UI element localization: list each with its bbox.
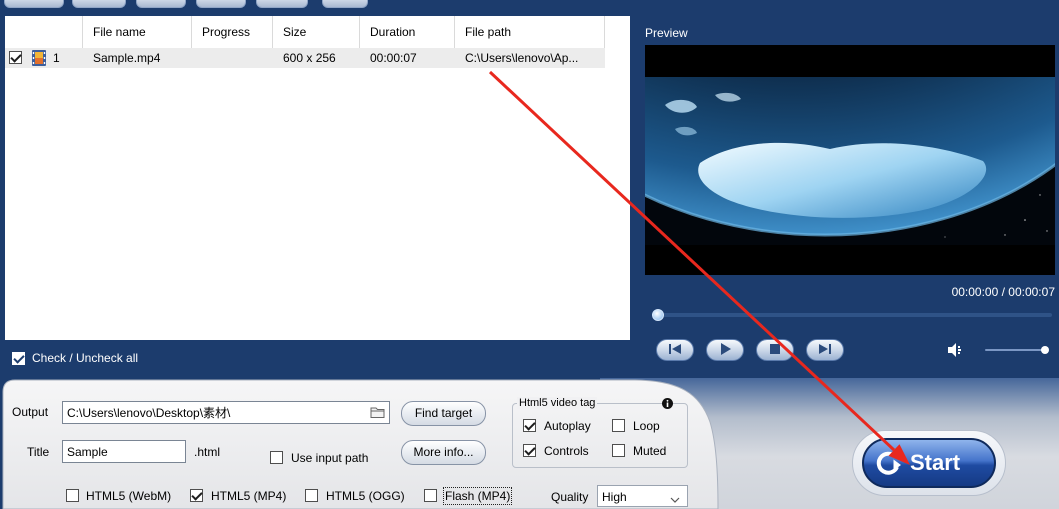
- video-preview[interactable]: [645, 45, 1055, 275]
- video-frame: [645, 45, 1055, 275]
- more-info-button[interactable]: More info...: [401, 440, 486, 465]
- next-icon: [819, 343, 831, 357]
- play-button[interactable]: [706, 339, 744, 361]
- toolbar-button-1[interactable]: [4, 0, 64, 8]
- format-flash-checkbox[interactable]: [424, 489, 437, 502]
- video-tag-group: [512, 403, 688, 468]
- toolbar-button-4[interactable]: [196, 0, 246, 8]
- file-list-header: File name Progress Size Duration File pa…: [5, 16, 605, 48]
- muted-label[interactable]: Muted: [633, 444, 666, 458]
- chevron-down-icon: [670, 493, 680, 503]
- start-button[interactable]: Start: [862, 438, 996, 488]
- playback-time: 00:00:00 / 00:00:07: [951, 285, 1055, 299]
- format-flash-label[interactable]: Flash (MP4): [442, 487, 513, 505]
- convert-arrow-icon: [873, 448, 903, 478]
- format-webm-label[interactable]: HTML5 (WebM): [86, 489, 171, 503]
- output-label: Output: [12, 405, 49, 419]
- loop-checkbox[interactable]: [612, 419, 625, 432]
- toolbar-button-2[interactable]: [72, 0, 126, 8]
- toolbar-button-3[interactable]: [136, 0, 186, 8]
- use-input-path-checkbox[interactable]: [270, 451, 283, 464]
- prev-button[interactable]: [656, 339, 694, 361]
- column-header-file-name[interactable]: File name: [83, 16, 192, 48]
- check-all-label[interactable]: Check / Uncheck all: [32, 351, 138, 365]
- column-header-select[interactable]: [5, 16, 83, 48]
- prev-icon: [669, 343, 681, 357]
- stop-button[interactable]: [756, 339, 794, 361]
- find-target-button[interactable]: Find target: [401, 401, 486, 426]
- quality-select[interactable]: High: [597, 485, 688, 507]
- row-size: 600 x 256: [283, 51, 336, 65]
- use-input-path-label[interactable]: Use input path: [291, 451, 368, 465]
- timeline-thumb[interactable]: [652, 309, 664, 321]
- title-extension: .html: [194, 445, 221, 459]
- info-icon[interactable]: [662, 398, 673, 409]
- muted-checkbox[interactable]: [612, 444, 625, 457]
- row-duration: 00:00:07: [370, 51, 417, 65]
- format-mp4-label[interactable]: HTML5 (MP4): [211, 489, 286, 503]
- preview-label: Preview: [645, 26, 688, 40]
- format-mp4-checkbox[interactable]: [190, 489, 203, 502]
- column-header-progress[interactable]: Progress: [192, 16, 273, 48]
- row-checkbox[interactable]: [9, 51, 22, 64]
- speaker-icon[interactable]: [948, 343, 964, 357]
- stop-icon: [770, 343, 780, 357]
- quality-label: Quality: [551, 490, 589, 504]
- toolbar-button-6[interactable]: [322, 0, 368, 8]
- file-list: File name Progress Size Duration File pa…: [5, 16, 630, 340]
- film-icon: [32, 50, 46, 66]
- row-index: 1: [53, 51, 60, 65]
- folder-icon[interactable]: [369, 404, 387, 421]
- loop-label[interactable]: Loop: [633, 419, 660, 433]
- column-header-duration[interactable]: Duration: [360, 16, 455, 48]
- video-tag-legend: Html5 video tag: [517, 397, 598, 409]
- column-header-size[interactable]: Size: [273, 16, 360, 48]
- format-ogg-checkbox[interactable]: [305, 489, 318, 502]
- table-row[interactable]: 1 Sample.mp4 600 x 256 00:00:07 C:\Users…: [5, 48, 605, 68]
- volume-thumb[interactable]: [1041, 346, 1049, 354]
- format-webm-checkbox[interactable]: [66, 489, 79, 502]
- next-button[interactable]: [806, 339, 844, 361]
- row-file-path: C:\Users\lenovo\Ap...: [465, 51, 579, 65]
- row-file-name: Sample.mp4: [93, 51, 161, 65]
- toolbar-button-5[interactable]: [256, 0, 308, 8]
- title-label: Title: [27, 445, 50, 459]
- format-ogg-label[interactable]: HTML5 (OGG): [326, 489, 405, 503]
- output-path-field[interactable]: [62, 401, 390, 424]
- quality-value: High: [602, 490, 627, 504]
- title-field[interactable]: [62, 440, 186, 463]
- column-header-file-path[interactable]: File path: [455, 16, 605, 48]
- autoplay-label[interactable]: Autoplay: [544, 419, 591, 433]
- volume-track[interactable]: [985, 349, 1047, 351]
- autoplay-checkbox[interactable]: [523, 419, 536, 432]
- timeline-track[interactable]: [652, 313, 1052, 317]
- controls-checkbox[interactable]: [523, 444, 536, 457]
- row-progress: [192, 48, 273, 68]
- start-label: Start: [910, 450, 961, 475]
- play-icon: [720, 342, 731, 358]
- controls-label[interactable]: Controls: [544, 444, 589, 458]
- row-select-cell: 1: [5, 48, 83, 68]
- check-all-checkbox[interactable]: [12, 352, 25, 365]
